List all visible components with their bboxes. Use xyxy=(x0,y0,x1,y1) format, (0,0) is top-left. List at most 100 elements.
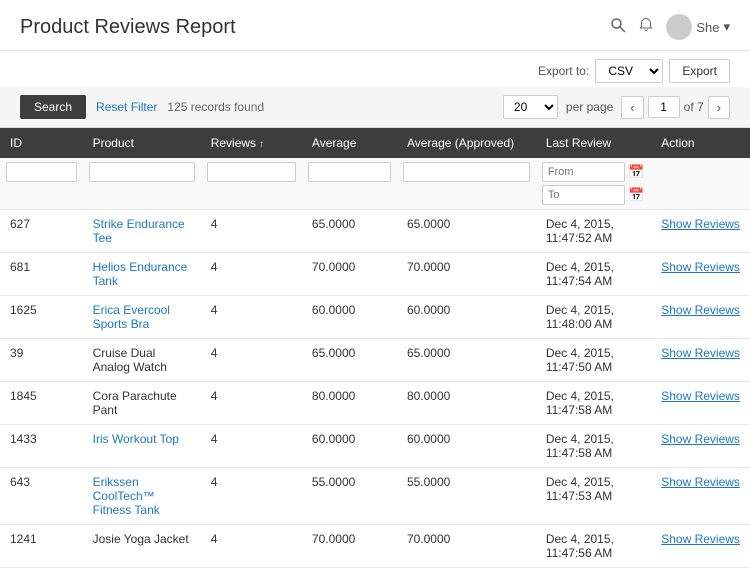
cell-product: Josie Yoga Jacket xyxy=(83,525,201,568)
cell-action: Show Reviews xyxy=(651,339,750,382)
cell-reviews: 4 xyxy=(201,382,302,425)
show-reviews-link[interactable]: Show Reviews xyxy=(661,389,740,403)
col-header-action: Action xyxy=(651,128,750,158)
filter-cell-average xyxy=(302,158,397,210)
chevron-down-icon: ▾ xyxy=(723,19,730,35)
cell-reviews: 4 xyxy=(201,339,302,382)
cell-product: Helios Endurance Tank xyxy=(83,253,201,296)
page-prev-button[interactable]: ‹ xyxy=(621,96,643,119)
cell-action: Show Reviews xyxy=(651,468,750,525)
show-reviews-link[interactable]: Show Reviews xyxy=(661,532,740,546)
cell-last-review: Dec 4, 2015, 11:47:58 AM xyxy=(536,425,651,468)
cell-average-approved: 55.0000 xyxy=(397,468,536,525)
filter-cell-product xyxy=(83,158,201,210)
calendar-to-icon[interactable]: 📅 xyxy=(628,187,644,203)
filter-cell-average_approved xyxy=(397,158,536,210)
show-reviews-link[interactable]: Show Reviews xyxy=(661,346,740,360)
filter-cell-last_review: 📅📅 xyxy=(536,158,651,210)
show-reviews-link[interactable]: Show Reviews xyxy=(661,217,740,231)
calendar-from-icon[interactable]: 📅 xyxy=(628,164,644,180)
cell-last-review: Dec 4, 2015, 11:47:50 AM xyxy=(536,339,651,382)
table-row: 39Cruise Dual Analog Watch465.000065.000… xyxy=(0,339,750,382)
bell-icon[interactable] xyxy=(638,17,654,38)
toolbar: Search Reset Filter 125 records found 20… xyxy=(0,87,750,128)
cell-average: 60.0000 xyxy=(302,296,397,339)
cell-reviews: 4 xyxy=(201,296,302,339)
col-header-last_review: Last Review xyxy=(536,128,651,158)
search-icon[interactable] xyxy=(610,17,626,38)
cell-average: 80.0000 xyxy=(302,382,397,425)
filter-cell-id xyxy=(0,158,83,210)
cell-id: 643 xyxy=(0,468,83,525)
cell-last-review: Dec 4, 2015, 11:47:54 AM xyxy=(536,253,651,296)
cell-reviews: 4 xyxy=(201,425,302,468)
cell-id: 627 xyxy=(0,210,83,253)
cell-average: 55.0000 xyxy=(302,468,397,525)
cell-average: 70.0000 xyxy=(302,253,397,296)
pagination: ‹ of 7 › xyxy=(621,96,730,119)
reset-filter-button[interactable]: Reset Filter xyxy=(96,100,157,114)
cell-action: Show Reviews xyxy=(651,525,750,568)
filter-date-to[interactable] xyxy=(542,185,625,205)
product-link[interactable]: Erikssen CoolTech™ Fitness Tank xyxy=(93,475,160,517)
cell-average: 60.0000 xyxy=(302,425,397,468)
search-button[interactable]: Search xyxy=(20,95,86,119)
filter-input-average_approved[interactable] xyxy=(403,162,530,182)
show-reviews-link[interactable]: Show Reviews xyxy=(661,303,740,317)
cell-product: Strike Endurance Tee xyxy=(83,210,201,253)
filter-input-id[interactable] xyxy=(6,162,77,182)
user-name: She xyxy=(696,20,719,35)
cell-average-approved: 65.0000 xyxy=(397,210,536,253)
show-reviews-link[interactable]: Show Reviews xyxy=(661,475,740,489)
page-title: Product Reviews Report xyxy=(20,16,236,39)
cell-last-review: Dec 4, 2015, 11:47:53 AM xyxy=(536,468,651,525)
page-total: of 7 xyxy=(684,100,704,114)
avatar xyxy=(666,14,692,40)
col-header-product: Product xyxy=(83,128,201,158)
cell-action: Show Reviews xyxy=(651,210,750,253)
cell-product: Erikssen CoolTech™ Fitness Tank xyxy=(83,468,201,525)
cell-action: Show Reviews xyxy=(651,296,750,339)
col-header-reviews[interactable]: Reviews↑ xyxy=(201,128,302,158)
product-link[interactable]: Erica Evercool Sports Bra xyxy=(93,303,170,331)
col-header-average_approved: Average (Approved) xyxy=(397,128,536,158)
cell-last-review: Dec 4, 2015, 11:47:58 AM xyxy=(536,382,651,425)
show-reviews-link[interactable]: Show Reviews xyxy=(661,260,740,274)
product-link[interactable]: Strike Endurance Tee xyxy=(93,217,185,245)
page-next-button[interactable]: › xyxy=(708,96,730,119)
cell-action: Show Reviews xyxy=(651,253,750,296)
export-format-select[interactable]: CSV XML Excel xyxy=(595,59,663,83)
cell-average: 70.0000 xyxy=(302,525,397,568)
cell-last-review: Dec 4, 2015, 11:47:56 AM xyxy=(536,525,651,568)
table-row: 643Erikssen CoolTech™ Fitness Tank455.00… xyxy=(0,468,750,525)
filter-date-from[interactable] xyxy=(542,162,625,182)
cell-average-approved: 70.0000 xyxy=(397,525,536,568)
table-row: 1625Erica Evercool Sports Bra460.000060.… xyxy=(0,296,750,339)
cell-product: Erica Evercool Sports Bra xyxy=(83,296,201,339)
filter-cell-reviews xyxy=(201,158,302,210)
filter-input-average[interactable] xyxy=(308,162,391,182)
cell-average-approved: 65.0000 xyxy=(397,339,536,382)
cell-product: Iris Workout Top xyxy=(83,425,201,468)
export-label: Export to: xyxy=(538,64,589,78)
show-reviews-link[interactable]: Show Reviews xyxy=(661,432,740,446)
cell-reviews: 4 xyxy=(201,468,302,525)
cell-average-approved: 80.0000 xyxy=(397,382,536,425)
filter-input-product[interactable] xyxy=(89,162,195,182)
product-link[interactable]: Helios Endurance Tank xyxy=(93,260,188,288)
cell-product: Cruise Dual Analog Watch xyxy=(83,339,201,382)
per-page-select[interactable]: 20 50 100 xyxy=(503,95,558,119)
filter-input-reviews[interactable] xyxy=(207,162,296,182)
cell-last-review: Dec 4, 2015, 11:48:00 AM xyxy=(536,296,651,339)
cell-average: 65.0000 xyxy=(302,339,397,382)
user-menu[interactable]: She ▾ xyxy=(666,14,730,40)
product-link[interactable]: Iris Workout Top xyxy=(93,432,179,446)
export-button[interactable]: Export xyxy=(669,59,730,83)
cell-product: Cora Parachute Pant xyxy=(83,382,201,425)
table-row: 1433Iris Workout Top460.000060.0000Dec 4… xyxy=(0,425,750,468)
records-count: 125 records found xyxy=(167,100,264,114)
page-number-input[interactable] xyxy=(648,96,680,118)
cell-id: 1433 xyxy=(0,425,83,468)
cell-reviews: 4 xyxy=(201,210,302,253)
cell-id: 681 xyxy=(0,253,83,296)
